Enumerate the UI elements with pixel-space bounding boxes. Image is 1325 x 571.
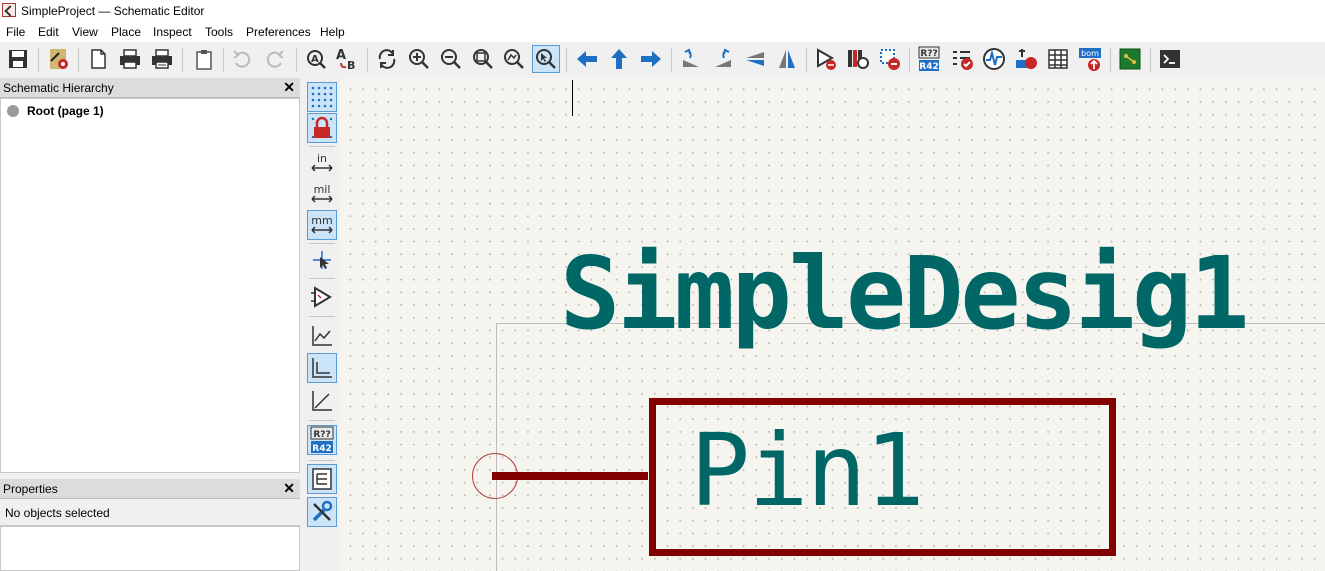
bom-icon[interactable] [1044,45,1072,73]
menu-help[interactable]: Help [320,25,345,39]
bom-export-icon[interactable]: bom [1076,45,1104,73]
title-bar: SimpleProject — Schematic Editor [0,0,1325,22]
units-mm-icon[interactable]: mm [307,210,337,240]
pcb-editor-icon[interactable] [1116,45,1144,73]
schematic-canvas[interactable]: SimpleDesig1 Pin1 [340,78,1325,571]
page-settings-icon[interactable] [84,45,112,73]
svg-text:mil: mil [314,183,331,196]
properties-panel-header: Properties ✕ [0,479,300,499]
hierarchy-tree: Root (page 1) [0,98,300,473]
line-mode-90-icon[interactable] [307,353,337,383]
grid-toggle-icon[interactable] [307,82,337,112]
simulator-icon[interactable] [980,45,1008,73]
close-icon[interactable]: ✕ [283,480,295,497]
svg-text:B: B [347,59,355,71]
menu-preferences[interactable]: Preferences [246,25,311,39]
pin-name-label[interactable]: Pin1 [690,421,925,521]
redo-icon[interactable] [261,45,289,73]
pin-wire[interactable] [492,472,648,480]
navigate-up-icon[interactable] [605,45,633,73]
mirror-vertical-icon[interactable] [741,45,769,73]
line-mode-45-icon[interactable] [307,386,337,416]
zoom-objects-icon[interactable] [500,45,528,73]
svg-text:A: A [311,54,319,65]
svg-text:R42: R42 [919,62,938,72]
svg-text:R??: R?? [920,49,937,59]
left-toolbar: in mil mm R?? R42 [303,78,340,571]
close-icon[interactable]: ✕ [283,79,295,96]
menu-tools[interactable]: Tools [205,25,233,39]
window-title: SimpleProject — Schematic Editor [21,4,205,18]
zoom-fit-icon[interactable] [469,45,497,73]
full-crosshair-icon[interactable] [307,245,337,275]
grid-lock-icon[interactable] [307,113,337,143]
hierarchy-panel-title: Schematic Hierarchy [3,81,114,95]
svg-text:A: A [336,48,346,63]
refresh-icon[interactable] [373,45,401,73]
undo-icon[interactable] [228,45,256,73]
svg-text:in: in [317,152,327,165]
sheet-name-label[interactable]: SimpleDesig1 [560,244,1249,344]
properties-grid [0,526,300,571]
text-cursor [572,80,573,116]
rotate-ccw-icon[interactable] [677,45,705,73]
menu-edit[interactable]: Edit [38,25,59,39]
units-mils-icon[interactable]: mil [307,179,337,209]
properties-empty-text: No objects selected [5,506,110,520]
zoom-selection-icon[interactable] [532,45,560,73]
units-inches-icon[interactable]: in [307,148,337,178]
line-mode-free-icon[interactable] [307,321,337,351]
app-icon [2,3,16,17]
svg-text:R42: R42 [312,444,331,454]
hierarchy-root-item[interactable]: Root (page 1) [27,104,104,118]
main-toolbar: A AB R?? R42 bom [0,42,1325,78]
update-pcb-icon[interactable] [876,45,904,73]
menu-bar: File Edit View Place Inspect Tools Prefe… [0,22,1325,42]
scripting-console-icon[interactable] [1156,45,1184,73]
schematic-setup-icon[interactable] [45,45,73,73]
navigate-forward-icon[interactable] [637,45,665,73]
svg-text:R??: R?? [313,430,330,440]
menu-place[interactable]: Place [111,25,141,39]
save-icon[interactable] [4,45,32,73]
menu-view[interactable]: View [72,25,98,39]
menu-file[interactable]: File [6,25,25,39]
paste-icon[interactable] [190,45,218,73]
footprint-assign-icon[interactable] [1012,45,1040,73]
svg-text:bom: bom [1081,49,1099,58]
properties-tools-icon[interactable] [307,497,337,527]
sheet-node-icon [7,105,19,117]
hidden-pins-icon[interactable] [307,282,337,312]
mirror-horizontal-icon[interactable] [773,45,801,73]
symbol-editor-icon[interactable] [812,45,840,73]
zoom-out-icon[interactable] [437,45,465,73]
properties-panel-title: Properties [3,482,58,496]
properties-status: No objects selected [0,500,300,526]
rotate-cw-icon[interactable] [709,45,737,73]
navigate-back-icon[interactable] [573,45,601,73]
zoom-in-icon[interactable] [405,45,433,73]
print-icon[interactable] [116,45,144,73]
hierarchy-navigator-icon[interactable] [307,464,337,494]
annotate-toggle-icon[interactable]: R?? R42 [307,425,337,455]
svg-text:mm: mm [311,214,332,227]
erc-icon[interactable] [948,45,976,73]
annotate-icon[interactable]: R?? R42 [915,45,943,73]
find-replace-icon[interactable]: AB [333,45,361,73]
find-icon[interactable]: A [302,45,330,73]
hierarchy-panel-header: Schematic Hierarchy ✕ [0,78,300,98]
plot-icon[interactable] [148,45,176,73]
symbol-library-browser-icon[interactable] [844,45,872,73]
menu-inspect[interactable]: Inspect [153,25,192,39]
